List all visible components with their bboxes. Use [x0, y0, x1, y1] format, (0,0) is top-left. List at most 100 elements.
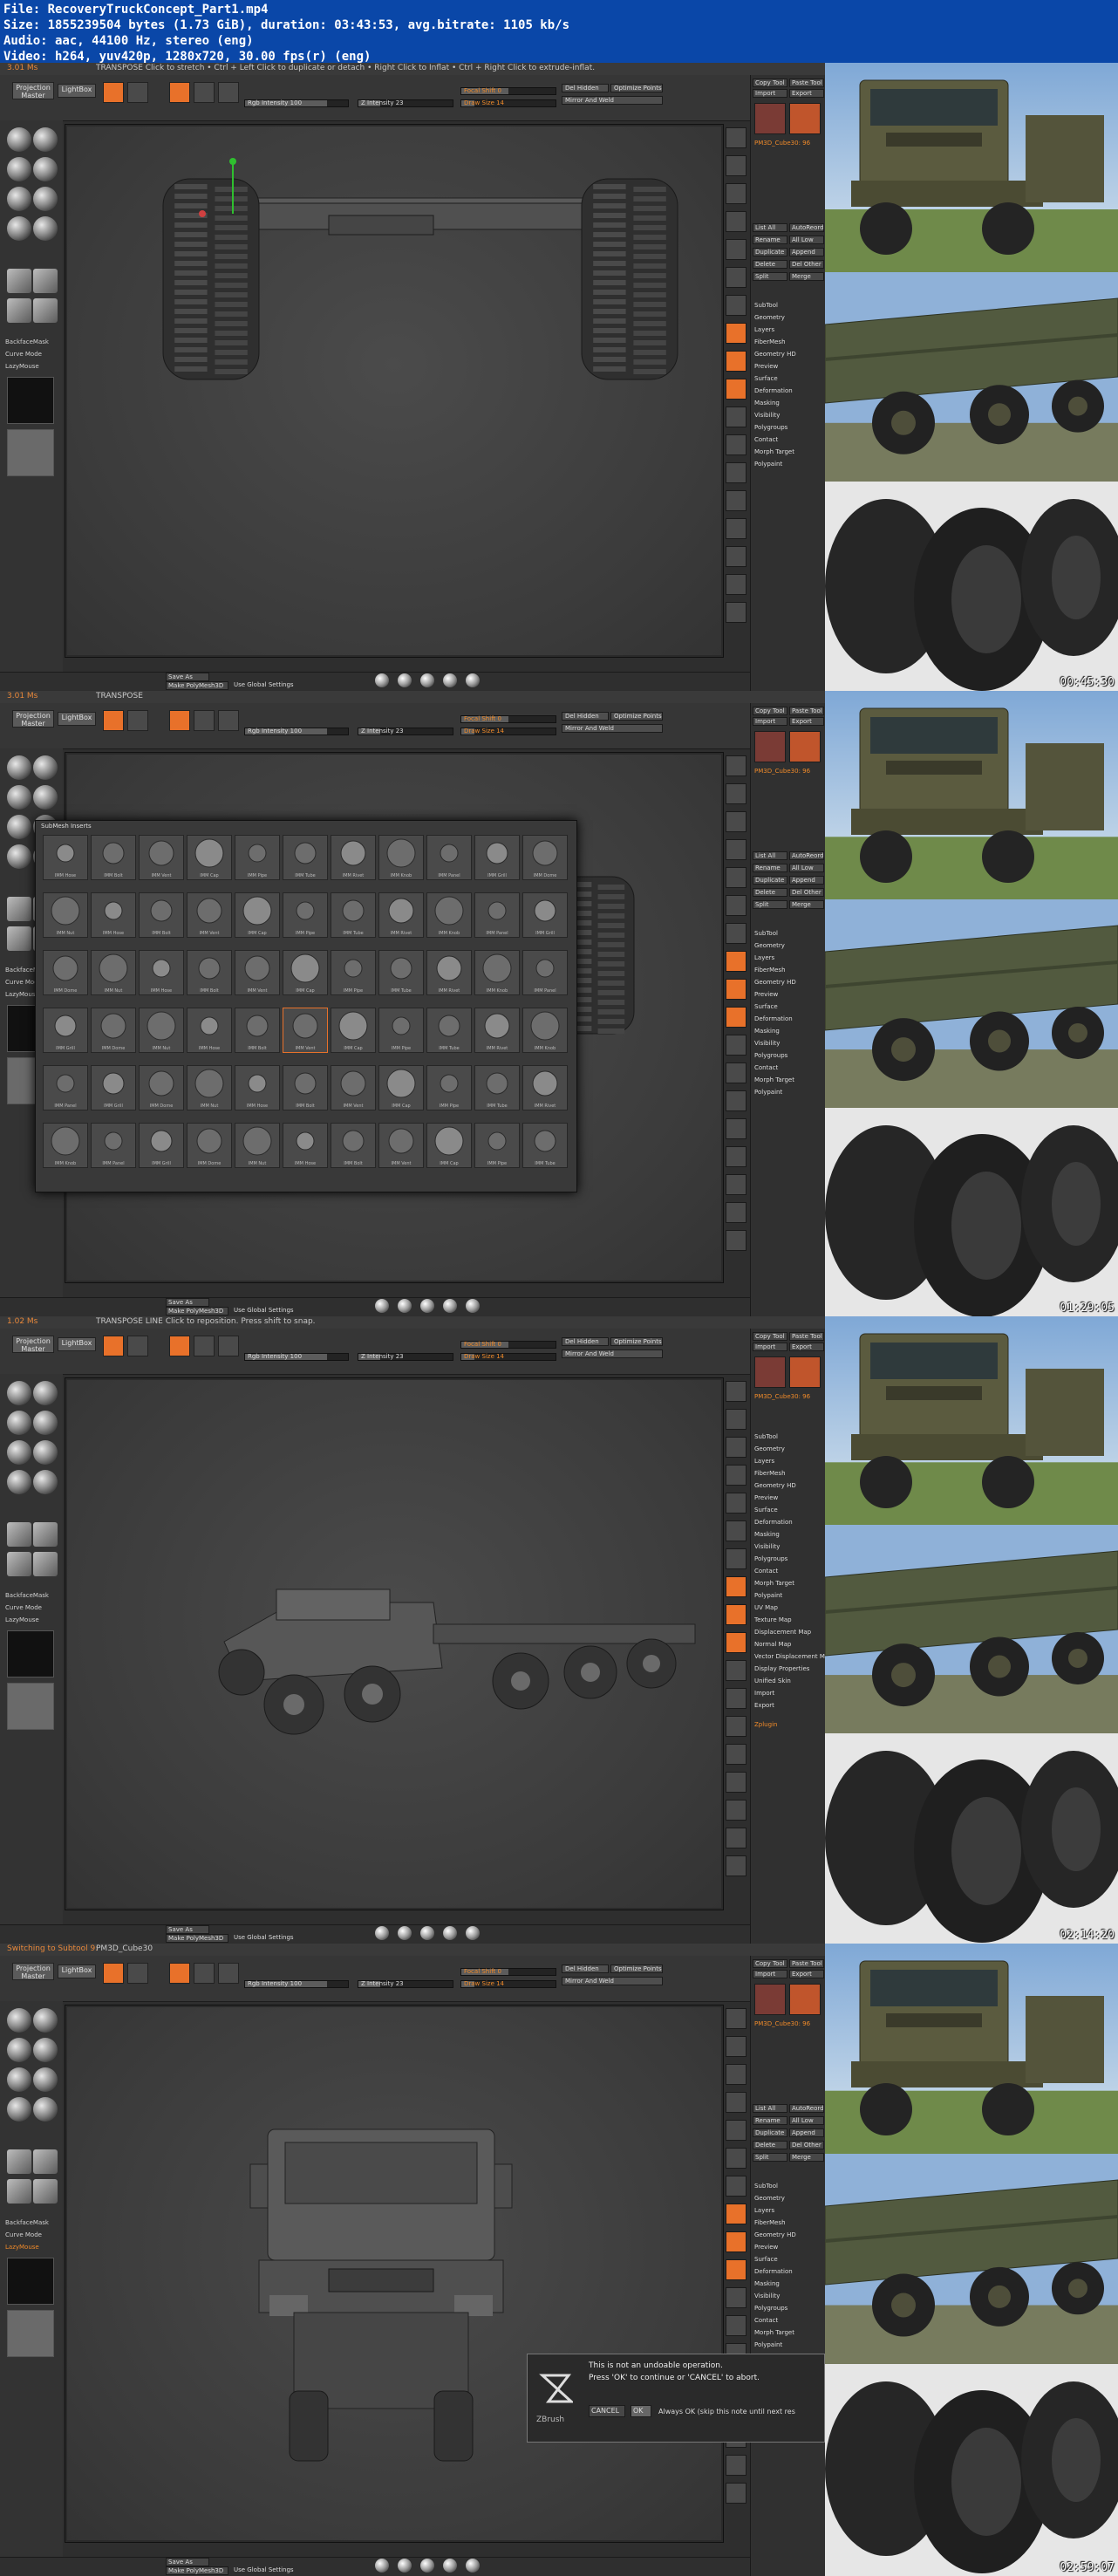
insert-mesh-cell[interactable]: IMM Tube: [331, 892, 376, 938]
tool-menu-preview[interactable]: Preview: [754, 1494, 778, 1501]
tool-menu-polygroups[interactable]: Polygroups: [754, 424, 787, 431]
tool-menu-subtool[interactable]: SubTool: [754, 1433, 778, 1440]
scale-mode-button[interactable]: [194, 82, 215, 103]
viewport[interactable]: [67, 1380, 721, 1908]
insert-mesh-cell[interactable]: IMM Pipe: [474, 1123, 520, 1168]
insert-mesh-cell[interactable]: IMM Nut: [187, 1065, 232, 1110]
material-swatch[interactable]: [420, 673, 434, 687]
tool-menu-polypaint[interactable]: Polypaint: [754, 2341, 782, 2348]
view-control-button[interactable]: [726, 1063, 746, 1083]
material-swatch[interactable]: [420, 1299, 434, 1313]
tool-menu-contact[interactable]: Contact: [754, 436, 778, 443]
tool-menu-polygroups[interactable]: Polygroups: [754, 1555, 787, 1562]
menu-bar[interactable]: 1.02 Ms TRANSPOSE LINE Click to repositio…: [0, 1316, 825, 1329]
tool-menu-deformation[interactable]: Deformation: [754, 387, 793, 394]
edit-mode-button[interactable]: [127, 1336, 148, 1356]
insert-mesh-cell[interactable]: IMM Rivet: [331, 835, 376, 880]
view-control-button[interactable]: [726, 490, 746, 511]
move-mode-button[interactable]: [169, 1963, 190, 1984]
view-control-button[interactable]: [726, 2176, 746, 2197]
use-global-settings-label[interactable]: Use Global Settings: [234, 1934, 294, 1941]
tool-menu-preview[interactable]: Preview: [754, 991, 778, 998]
view-control-button[interactable]: [726, 379, 746, 400]
subtool-duplicate-button[interactable]: Duplicate: [753, 876, 787, 885]
view-control-button[interactable]: [726, 1604, 746, 1625]
move-brush-icon[interactable]: [33, 1381, 58, 1405]
tool-menu-fibermesh[interactable]: FiberMesh: [754, 2219, 786, 2226]
view-control-button[interactable]: [726, 1146, 746, 1167]
tool-menu-vector-displacement[interactable]: Vector Displacement Map: [754, 1653, 825, 1660]
insert-mesh-cell[interactable]: IMM Vent: [235, 950, 280, 995]
export-button[interactable]: Export: [789, 89, 824, 98]
insert-mesh-cell[interactable]: IMM Nut: [235, 1123, 280, 1168]
menu-bar[interactable]: Switching to Subtool 9: PM3D_Cube30: [0, 1944, 825, 1957]
tool-menu-morph-target[interactable]: Morph Target: [754, 1580, 794, 1587]
view-control-button[interactable]: [726, 951, 746, 972]
projection-master-button[interactable]: Projection Master: [12, 1336, 54, 1353]
make-polymesh-button[interactable]: Make PolyMesh3D: [166, 681, 228, 690]
insert-mesh-cell[interactable]: IMM Hose: [91, 892, 136, 938]
tool-menu-morph-target[interactable]: Morph Target: [754, 2329, 794, 2336]
view-control-button[interactable]: [726, 1381, 746, 1402]
lightbox-button[interactable]: LightBox: [58, 1337, 96, 1351]
paste-tool-button[interactable]: Paste Tool: [789, 79, 824, 87]
material-swatch[interactable]: [466, 1299, 480, 1313]
tool-menu-display-properties[interactable]: Display Properties: [754, 1665, 809, 1672]
tool-menu-polygroups[interactable]: Polygroups: [754, 1052, 787, 1059]
insert-mesh-cell[interactable]: IMM Grill: [474, 835, 520, 880]
tool-thumbnail[interactable]: [789, 731, 821, 762]
view-control-button[interactable]: [726, 1716, 746, 1737]
view-control-button[interactable]: [726, 351, 746, 372]
move-mode-button[interactable]: [169, 1336, 190, 1356]
tool-thumbnail[interactable]: [754, 731, 786, 762]
view-control-button[interactable]: [726, 923, 746, 944]
insert-mesh-cell[interactable]: IMM Vent: [331, 1065, 376, 1110]
tool-menu-geometry[interactable]: Geometry: [754, 314, 785, 321]
material-swatch[interactable]: [375, 673, 389, 687]
tool-menu-geometry[interactable]: Geometry: [754, 1445, 785, 1452]
del-hidden-button[interactable]: Del Hidden: [562, 1964, 609, 1973]
use-global-settings-label[interactable]: Use Global Settings: [234, 1307, 294, 1314]
view-control-button[interactable]: [726, 2315, 746, 2336]
material-swatch[interactable]: [375, 1299, 389, 1313]
view-control-button[interactable]: [726, 2008, 746, 2029]
insert-mesh-cell[interactable]: IMM Cap: [235, 892, 280, 938]
paste-tool-button[interactable]: Paste Tool: [789, 1959, 824, 1968]
material-swatch[interactable]: [466, 2559, 480, 2573]
stroke-type-icon[interactable]: [7, 1522, 31, 1547]
pinch-brush-icon[interactable]: [33, 2067, 58, 2092]
tool-menu-visibility[interactable]: Visibility: [754, 412, 780, 419]
subtool-split-button[interactable]: Split: [753, 2153, 787, 2162]
optimize-points-button[interactable]: Optimize Points: [610, 712, 663, 721]
view-control-button[interactable]: [726, 979, 746, 1000]
pinch-brush-icon[interactable]: [33, 187, 58, 211]
tool-menu-morph-target[interactable]: Morph Target: [754, 448, 794, 455]
view-control-button[interactable]: [726, 1548, 746, 1569]
material-swatch[interactable]: [398, 673, 412, 687]
view-control-button[interactable]: [726, 783, 746, 804]
subtool-all-low-button[interactable]: All Low: [789, 864, 824, 872]
del-hidden-button[interactable]: Del Hidden: [562, 1337, 609, 1346]
standard-brush-icon[interactable]: [7, 1381, 31, 1405]
view-control-button[interactable]: [726, 1688, 746, 1709]
import-button[interactable]: Import: [753, 1343, 787, 1351]
curve-mode-label[interactable]: Curve Mode: [5, 1604, 42, 1611]
tool-menu-normal-map[interactable]: Normal Map: [754, 1641, 791, 1648]
insert-mesh-cell[interactable]: IMM Nut: [43, 892, 88, 938]
view-control-button[interactable]: [726, 1174, 746, 1195]
trim-brush-icon[interactable]: [33, 1470, 58, 1494]
tool-thumbnail[interactable]: [754, 1984, 786, 2015]
tool-menu-texture-map[interactable]: Texture Map: [754, 1616, 792, 1623]
insert-mesh-cell[interactable]: IMM Dome: [522, 835, 568, 880]
standard-brush-icon[interactable]: [7, 2008, 31, 2033]
insert-mesh-cell[interactable]: IMM Tube: [426, 1008, 472, 1053]
tool-menu-surface[interactable]: Surface: [754, 1003, 778, 1010]
subtool-rename-button[interactable]: Rename: [753, 864, 787, 872]
insert-mesh-cell[interactable]: IMM Tube: [522, 1123, 568, 1168]
stroke-type-icon[interactable]: [7, 1552, 31, 1576]
save-as-button[interactable]: Save As: [166, 1298, 209, 1307]
view-control-button[interactable]: [726, 295, 746, 316]
insert-mesh-cell[interactable]: IMM Bolt: [187, 950, 232, 995]
dam-brush-icon[interactable]: [33, 157, 58, 181]
insert-mesh-cell[interactable]: IMM Knob: [43, 1123, 88, 1168]
